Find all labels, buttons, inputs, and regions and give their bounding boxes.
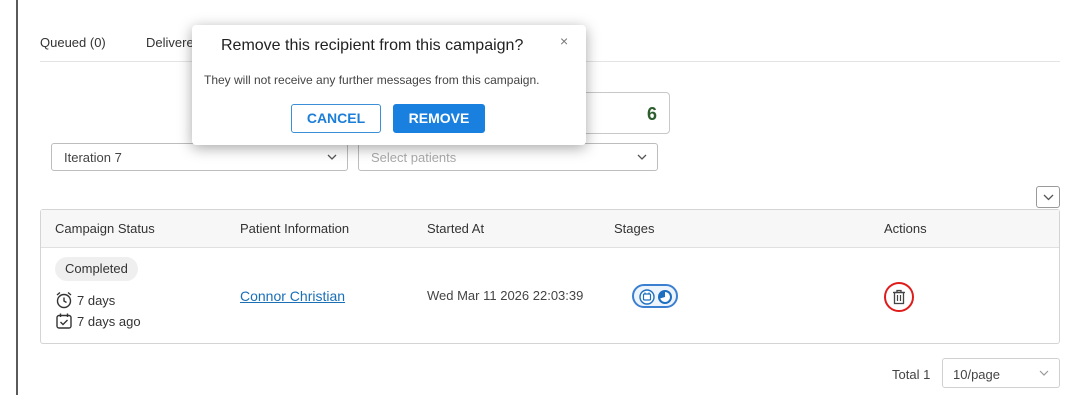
message-stage-icon: [639, 289, 655, 305]
patients-placeholder: Select patients: [371, 150, 457, 165]
page-size-value: 10/page: [953, 367, 1000, 382]
left-border: [16, 0, 18, 395]
calendar-check-icon: [56, 313, 72, 329]
iteration-select[interactable]: Iteration 7: [51, 143, 348, 171]
duration-text: 7 days: [77, 292, 116, 308]
tab-queued[interactable]: Queued (0): [40, 35, 106, 50]
completed-line: 7 days ago: [55, 312, 141, 330]
header-campaign-status: Campaign Status: [55, 221, 155, 236]
completed-ago-text: 7 days ago: [77, 313, 141, 329]
alarm-clock-icon: [56, 291, 72, 309]
header-patient-information: Patient Information: [240, 221, 350, 236]
patient-link[interactable]: Connor Christian: [240, 288, 345, 304]
trash-icon: [893, 289, 905, 305]
iteration-value: Iteration 7: [64, 150, 122, 165]
header-stages: Stages: [614, 221, 655, 236]
count-value: 6: [646, 104, 657, 124]
expand-toggle-button[interactable]: [1036, 186, 1060, 208]
status-badge: Completed: [55, 257, 138, 281]
remove-recipient-dialog: Remove this recipient from this campaign…: [192, 25, 586, 145]
delete-button[interactable]: [884, 282, 914, 312]
chevron-down-icon: [327, 154, 337, 160]
chevron-down-icon: [1043, 194, 1054, 201]
recipients-table: Campaign Status Patient Information Star…: [40, 209, 1060, 344]
header-actions: Actions: [884, 221, 927, 236]
dialog-message: They will not receive any further messag…: [204, 73, 540, 87]
table-header: Campaign Status Patient Information Star…: [41, 210, 1059, 248]
chevron-down-icon: [1039, 370, 1049, 376]
chevron-down-icon: [637, 154, 647, 160]
progress-stage-icon: [658, 290, 672, 304]
total-count: Total 1: [892, 367, 931, 382]
duration-line: 7 days: [55, 291, 115, 309]
dialog-title: Remove this recipient from this campaign…: [221, 37, 524, 54]
header-started-at: Started At: [427, 221, 485, 236]
started-at-value: Wed Mar 11 2026 22:03:39: [427, 288, 584, 303]
close-icon[interactable]: ×: [560, 33, 568, 49]
patients-select[interactable]: Select patients: [358, 143, 658, 171]
cancel-button[interactable]: CANCEL: [291, 104, 381, 133]
stages-indicator[interactable]: [632, 284, 678, 308]
page-size-select[interactable]: 10/page: [942, 358, 1060, 388]
remove-button[interactable]: REMOVE: [393, 104, 485, 133]
